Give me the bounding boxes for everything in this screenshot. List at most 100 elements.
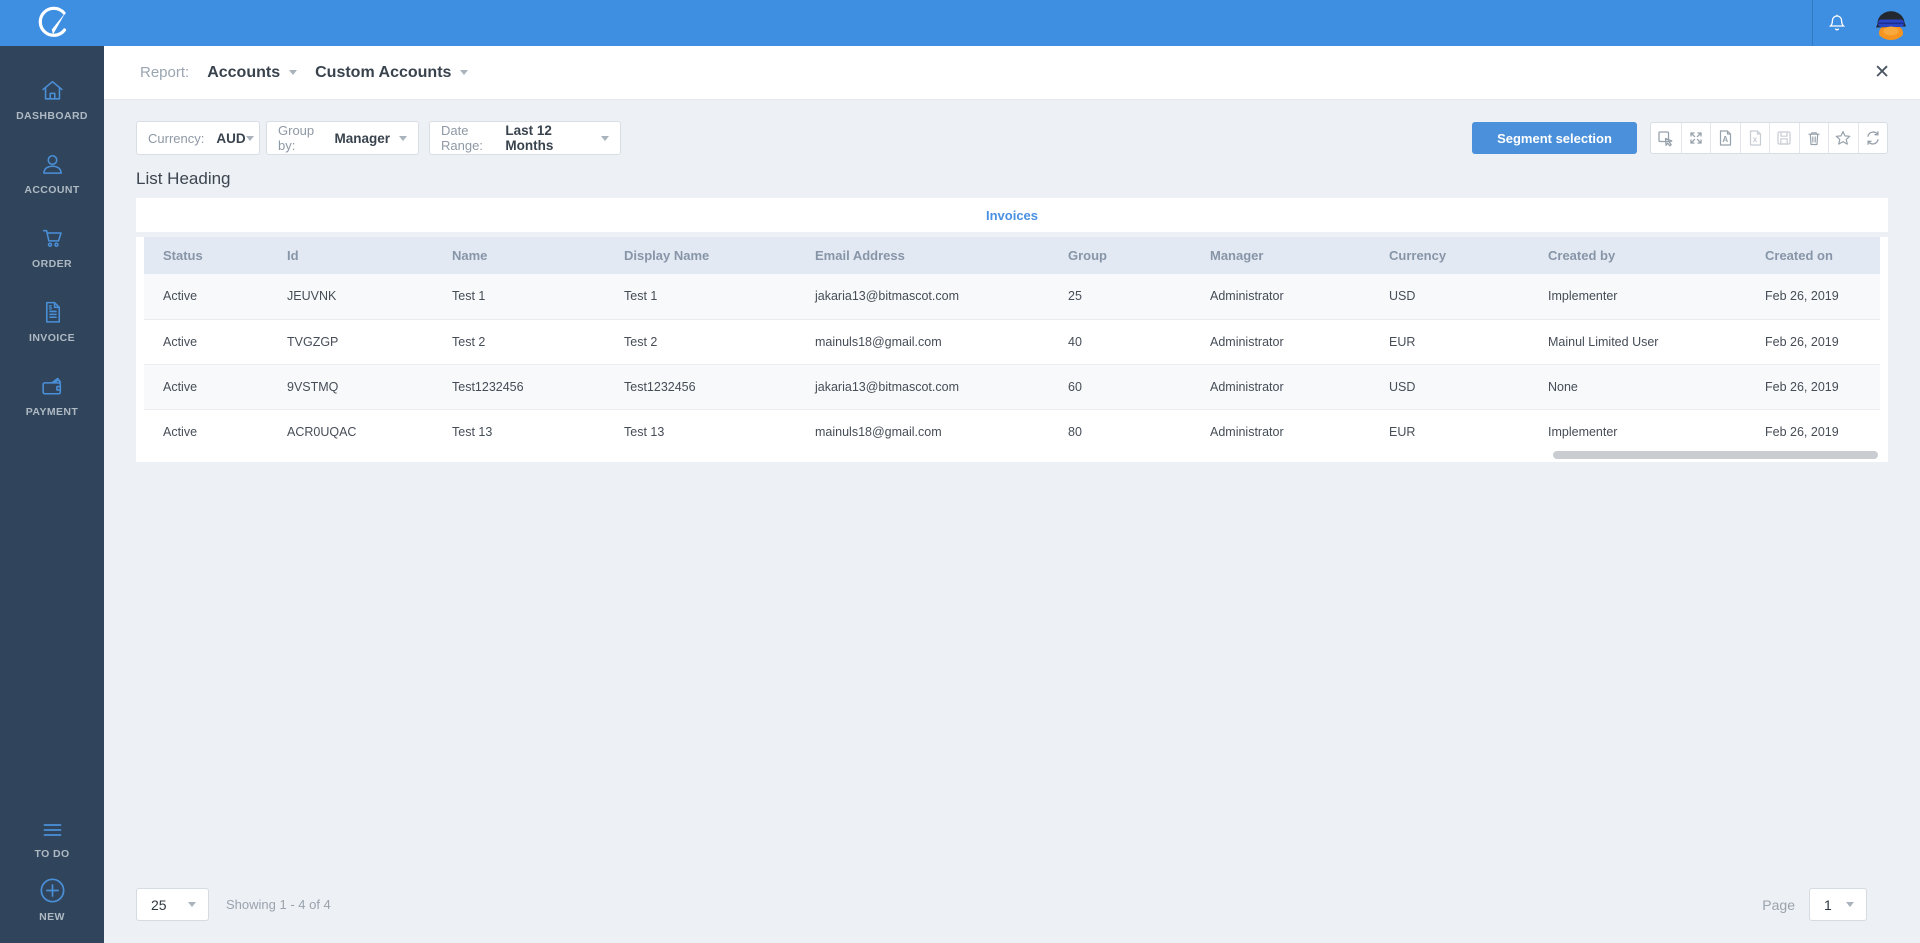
sidebar-item-dashboard[interactable]: DASHBOARD — [0, 62, 104, 136]
column-header-created-by[interactable]: Created by — [1548, 237, 1765, 274]
invoice-icon: $ — [39, 299, 66, 326]
sidebar-item-label: ACCOUNT — [24, 183, 80, 196]
notifications-button[interactable] — [1812, 0, 1860, 46]
sidebar-item-label: PAYMENT — [25, 405, 79, 418]
horizontal-scrollbar[interactable] — [1553, 451, 1878, 459]
close-icon[interactable]: ✕ — [1874, 63, 1890, 82]
user-icon — [39, 151, 66, 178]
daterange-filter-label: Date Range: — [441, 123, 483, 153]
sidebar-item-label: ORDER — [32, 257, 72, 270]
cell-status: Active — [163, 424, 198, 439]
cell-created-by: None — [1548, 379, 1578, 394]
table-header-row: Status Id Name Display Name Email Addres… — [144, 237, 1880, 274]
cell-status: Active — [163, 334, 198, 349]
report-toolbar: Segment selection A x — [1472, 122, 1888, 154]
groupby-filter-value: Manager — [334, 130, 390, 146]
export-pdf-icon[interactable]: A — [1710, 123, 1740, 153]
table-row[interactable]: Active ACR0UQAC Test 13 Test 13 mainuls1… — [144, 409, 1880, 454]
svg-text:$: $ — [48, 304, 52, 311]
sidebar-item-invoice[interactable]: $ INVOICE — [0, 284, 104, 358]
column-header-currency[interactable]: Currency — [1389, 237, 1548, 274]
toolbar-icon-group: A x — [1650, 122, 1888, 154]
groupby-filter[interactable]: Group by: Manager — [266, 121, 419, 155]
column-header-name[interactable]: Name — [452, 237, 624, 274]
accounts-table: Status Id Name Display Name Email Addres… — [144, 237, 1880, 454]
cell-name: Test 13 — [452, 424, 493, 439]
cell-manager: Administrator — [1210, 379, 1284, 394]
select-cursor-icon[interactable] — [1651, 123, 1681, 153]
report-type-select[interactable]: Accounts — [207, 64, 298, 82]
page-size-value: 25 — [151, 896, 167, 913]
svg-text:A: A — [1723, 135, 1729, 144]
report-name-value: Custom Accounts — [315, 63, 452, 81]
table-row[interactable]: Active JEUVNK Test 1 Test 1 jakaria13@bi… — [144, 274, 1880, 319]
expand-icon[interactable] — [1680, 123, 1711, 153]
cell-created-by: Implementer — [1548, 424, 1618, 439]
page-label: Page — [1762, 896, 1795, 913]
export-excel-icon[interactable]: x — [1739, 123, 1770, 153]
topbar — [0, 0, 1920, 46]
wallet-icon — [39, 373, 66, 400]
sidebar-item-order[interactable]: ORDER — [0, 210, 104, 284]
cell-group: 25 — [1068, 289, 1082, 304]
home-icon — [39, 77, 66, 104]
chevron-down-icon — [399, 135, 407, 141]
list-heading: List Heading — [136, 169, 231, 188]
table-row[interactable]: Active TVGZGP Test 2 Test 2 mainuls18@gm… — [144, 319, 1880, 364]
cell-status: Active — [163, 289, 198, 304]
user-avatar[interactable] — [1874, 6, 1908, 40]
table-row[interactable]: Active 9VSTMQ Test1232456 Test1232456 ja… — [144, 364, 1880, 409]
cell-display-name: Test 1 — [624, 289, 658, 304]
sidebar-item-account[interactable]: ACCOUNT — [0, 136, 104, 210]
cell-id: 9VSTMQ — [287, 379, 339, 394]
cell-currency: USD — [1389, 379, 1416, 394]
sidebar-item-payment[interactable]: PAYMENT — [0, 358, 104, 432]
currency-filter[interactable]: Currency: AUD — [136, 121, 260, 155]
report-name-select[interactable]: Custom Accounts — [315, 63, 469, 82]
tab-invoices[interactable]: Invoices — [986, 208, 1038, 223]
sidebar-item-todo[interactable]: TO DO — [0, 809, 104, 869]
favorite-star-icon[interactable] — [1828, 123, 1858, 153]
app-logo[interactable] — [0, 0, 104, 46]
sidebar-item-new[interactable]: NEW — [0, 869, 104, 929]
groupby-filter-label: Group by: — [278, 123, 315, 153]
column-header-created-on[interactable]: Created on — [1765, 237, 1880, 274]
daterange-filter[interactable]: Date Range: Last 12 Months — [429, 121, 621, 155]
cell-display-name: Test 2 — [624, 334, 658, 349]
cell-created-on: Feb 26, 2019 — [1765, 334, 1839, 349]
currency-filter-label: Currency: — [148, 130, 205, 146]
table-container: Status Id Name Display Name Email Addres… — [136, 237, 1888, 462]
report-label: Report: — [140, 64, 190, 81]
column-header-manager[interactable]: Manager — [1210, 237, 1389, 274]
list-icon — [39, 818, 66, 842]
cell-display-name: Test1232456 — [624, 379, 696, 394]
cell-email: jakaria13@bitmascot.com — [815, 289, 959, 304]
column-header-status[interactable]: Status — [144, 237, 287, 274]
column-header-id[interactable]: Id — [287, 237, 452, 274]
column-header-group[interactable]: Group — [1068, 237, 1210, 274]
cell-name: Test1232456 — [452, 379, 524, 394]
cell-id: JEUVNK — [287, 289, 337, 304]
report-table-card: Invoices Status Id Name Display Name Ema… — [136, 198, 1888, 462]
cell-id: TVGZGP — [287, 334, 339, 349]
sidebar-item-label: TO DO — [34, 848, 70, 860]
refresh-icon[interactable] — [1857, 123, 1888, 153]
sidebar-footer: TO DO NEW — [0, 793, 104, 929]
delete-icon[interactable] — [1798, 123, 1829, 153]
cell-manager: Administrator — [1210, 334, 1284, 349]
page-size-select[interactable]: 25 — [136, 888, 209, 921]
bell-icon — [1827, 13, 1847, 33]
save-icon[interactable] — [1769, 123, 1799, 153]
cell-email: jakaria13@bitmascot.com — [815, 379, 959, 394]
page-number-select[interactable]: 1 — [1809, 888, 1867, 921]
column-header-display-name[interactable]: Display Name — [624, 237, 815, 274]
column-header-email[interactable]: Email Address — [815, 237, 1068, 274]
cell-name: Test 2 — [452, 334, 486, 349]
segment-selection-button[interactable]: Segment selection — [1472, 122, 1637, 154]
cell-created-by: Implementer — [1548, 289, 1618, 304]
showing-range-text: Showing 1 - 4 of 4 — [226, 897, 331, 912]
cart-icon — [39, 225, 66, 252]
svg-text:x: x — [1753, 135, 1758, 144]
sidebar: DASHBOARD ACCOUNT ORDER $ INVOICE PAYMEN… — [0, 46, 104, 943]
chevron-down-icon — [601, 135, 609, 141]
